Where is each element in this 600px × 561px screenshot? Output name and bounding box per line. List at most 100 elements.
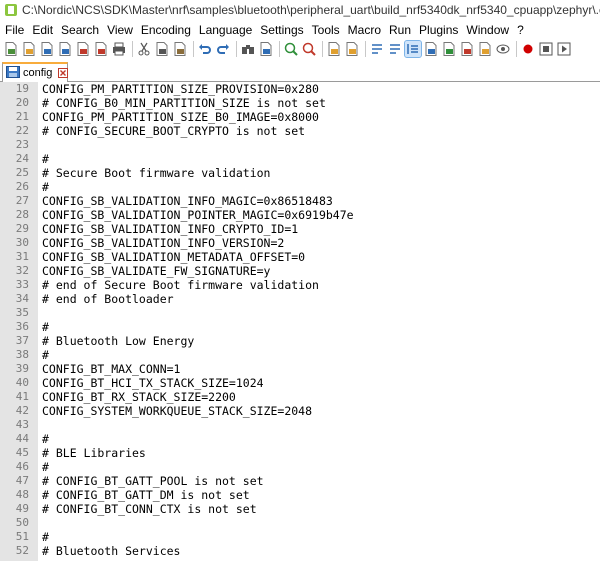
open-file-icon[interactable]: [21, 41, 37, 57]
cut-icon[interactable]: [136, 41, 152, 57]
replace-icon[interactable]: [258, 41, 274, 57]
menu-search[interactable]: Search: [57, 23, 103, 37]
sync-horizontal-icon[interactable]: [344, 41, 360, 57]
line-number: 35: [15, 306, 29, 319]
menu-file[interactable]: File: [0, 23, 28, 37]
line-text: # end of Bootloader: [42, 292, 174, 306]
code-line: 27 CONFIG_SB_VALIDATION_INFO_MAGIC=0x8651…: [0, 194, 600, 208]
line-text: CONFIG_BT_HCI_TX_STACK_SIZE=1024: [42, 376, 264, 390]
menu-language[interactable]: Language: [195, 23, 256, 37]
menu-edit[interactable]: Edit: [28, 23, 57, 37]
line-number: 44: [15, 432, 29, 445]
indent-guide-icon[interactable]: [404, 40, 422, 58]
code-line: 38 #: [0, 348, 600, 362]
find-icon[interactable]: [240, 41, 256, 57]
line-text: CONFIG_BT_MAX_CONN=1: [42, 362, 181, 376]
toolbar-separator: [236, 41, 237, 57]
editor-area[interactable]: 19 CONFIG_PM_PARTITION_SIZE_PROVISION=0x2…: [0, 82, 600, 561]
line-text: CONFIG_PM_PARTITION_SIZE_PROVISION=0x280: [42, 82, 319, 96]
line-text: CONFIG_SB_VALIDATION_INFO_VERSION=2: [42, 236, 285, 250]
line-number: 21: [15, 110, 29, 123]
line-text: #: [42, 530, 49, 544]
window-title: C:\Nordic\NCS\SDK\Master\nrf\samples\blu…: [22, 3, 600, 17]
line-text: # CONFIG_B0_MIN_PARTITION_SIZE is not se…: [42, 96, 326, 110]
line-text: CONFIG_SB_VALIDATION_INFO_CRYPTO_ID=1: [42, 222, 299, 236]
word-wrap-icon[interactable]: [369, 41, 385, 57]
line-number: 26: [15, 180, 29, 193]
line-number: 34: [15, 292, 29, 305]
paste-icon[interactable]: [172, 41, 188, 57]
zoom-in-icon[interactable]: [283, 41, 299, 57]
menu-run[interactable]: Run: [385, 23, 415, 37]
code-line: 44 #: [0, 432, 600, 446]
menu-view[interactable]: View: [103, 23, 137, 37]
record-macro-icon[interactable]: [520, 41, 536, 57]
line-text: #: [42, 460, 49, 474]
line-number: 30: [15, 236, 29, 249]
line-text: # Bluetooth Low Energy: [42, 334, 195, 348]
code-line: 25 # Secure Boot firmware validation: [0, 166, 600, 180]
menu-tools[interactable]: Tools: [308, 23, 344, 37]
line-number: 49: [15, 502, 29, 515]
user-language-icon[interactable]: [423, 41, 439, 57]
document-map-icon[interactable]: [441, 41, 457, 57]
line-number: 31: [15, 250, 29, 263]
code-line: 28 CONFIG_SB_VALIDATION_POINTER_MAGIC=0x6…: [0, 208, 600, 222]
code-line: 31 CONFIG_SB_VALIDATION_METADATA_OFFSET=0: [0, 250, 600, 264]
line-text: CONFIG_PM_PARTITION_SIZE_B0_IMAGE=0x8000: [42, 110, 319, 124]
code-line: 37 # Bluetooth Low Energy: [0, 334, 600, 348]
line-number: 40: [15, 376, 29, 389]
code-line: 23: [0, 138, 600, 152]
toolbar-separator: [365, 41, 366, 57]
line-text: #: [42, 152, 49, 166]
code-line: 30 CONFIG_SB_VALIDATION_INFO_VERSION=2: [0, 236, 600, 250]
toolbar-separator: [322, 41, 323, 57]
line-text: #: [42, 348, 49, 362]
line-text: # CONFIG_BT_CONN_CTX is not set: [42, 502, 257, 516]
close-all-icon[interactable]: [93, 41, 109, 57]
new-file-icon[interactable]: [3, 41, 19, 57]
line-text: CONFIG_SB_VALIDATION_METADATA_OFFSET=0: [42, 250, 306, 264]
line-text: # CONFIG_SECURE_BOOT_CRYPTO is not set: [42, 124, 306, 138]
code-line: 40 CONFIG_BT_HCI_TX_STACK_SIZE=1024: [0, 376, 600, 390]
line-number: 47: [15, 474, 29, 487]
line-number: 46: [15, 460, 29, 473]
line-number: 42: [15, 404, 29, 417]
line-number: 41: [15, 390, 29, 403]
zoom-out-icon[interactable]: [301, 41, 317, 57]
menu-settings[interactable]: Settings: [256, 23, 307, 37]
code-line: 20 # CONFIG_B0_MIN_PARTITION_SIZE is not …: [0, 96, 600, 110]
menu-encoding[interactable]: Encoding: [137, 23, 195, 37]
play-macro-icon[interactable]: [556, 41, 572, 57]
monitoring-icon[interactable]: [495, 41, 511, 57]
menu-plugins[interactable]: Plugins: [415, 23, 462, 37]
undo-icon[interactable]: [197, 41, 213, 57]
menu-window[interactable]: Window: [462, 23, 513, 37]
menu-macro[interactable]: Macro: [344, 23, 385, 37]
line-number: 22: [15, 124, 29, 137]
close-file-icon[interactable]: [75, 41, 91, 57]
folder-workspace-icon[interactable]: [477, 41, 493, 57]
code-line: 52 # Bluetooth Services: [0, 544, 600, 558]
stop-macro-icon[interactable]: [538, 41, 554, 57]
tab-config[interactable]: config: [2, 62, 69, 82]
code-line: 34 # end of Bootloader: [0, 292, 600, 306]
tab-bar: config: [0, 62, 600, 82]
line-number: 38: [15, 348, 29, 361]
code-line: 33 # end of Secure Boot firmware validati…: [0, 278, 600, 292]
menu-help[interactable]: ?: [513, 23, 528, 37]
redo-icon[interactable]: [215, 41, 231, 57]
toolbar: [0, 39, 600, 59]
copy-icon[interactable]: [154, 41, 170, 57]
line-number: 25: [15, 166, 29, 179]
function-list-icon[interactable]: [459, 41, 475, 57]
save-all-icon[interactable]: [57, 41, 73, 57]
line-text: # CONFIG_BT_GATT_POOL is not set: [42, 474, 264, 488]
code-line: 41 CONFIG_BT_RX_STACK_SIZE=2200: [0, 390, 600, 404]
print-icon[interactable]: [111, 41, 127, 57]
show-all-chars-icon[interactable]: [387, 41, 403, 57]
sync-vertical-icon[interactable]: [326, 41, 342, 57]
tab-close-icon[interactable]: [58, 68, 69, 78]
save-icon[interactable]: [39, 41, 55, 57]
line-number: 33: [15, 278, 29, 291]
